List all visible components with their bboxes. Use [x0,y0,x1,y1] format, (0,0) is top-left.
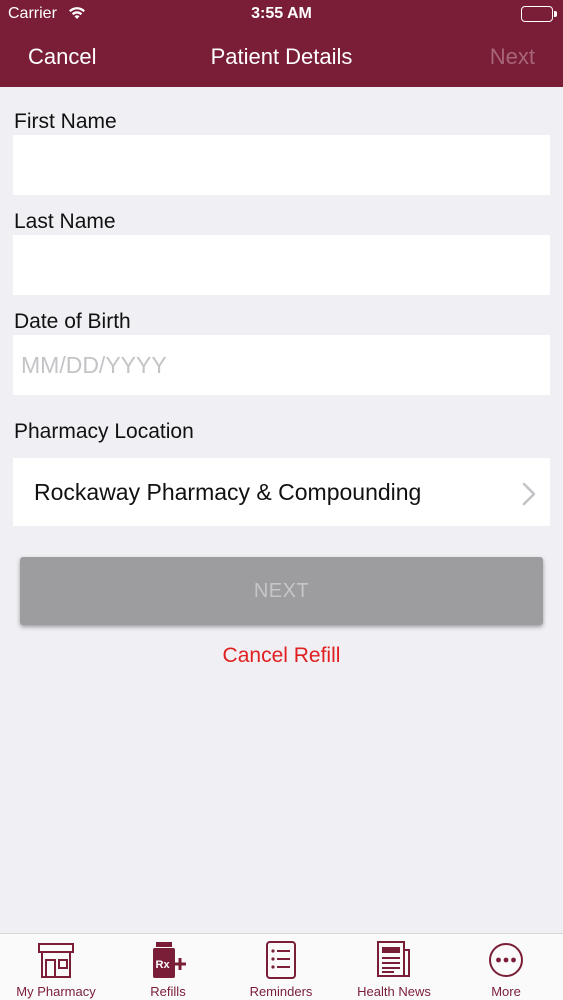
tab-label: Reminders [249,984,313,999]
next-nav-button[interactable]: Next [490,44,535,70]
status-bar: Carrier 3:55 AM [0,0,563,30]
rx-bottle-icon: Rx [112,940,224,980]
tab-my-pharmacy[interactable]: My Pharmacy [0,934,112,1000]
dob-input[interactable] [13,335,550,395]
pharmacy-location-value: Rockaway Pharmacy & Compounding [34,479,422,505]
tab-label: Health News [357,984,431,999]
dob-label: Date of Birth [14,310,131,333]
tab-more[interactable]: More [450,934,562,1000]
battery-icon [521,6,557,22]
tab-bar: My Pharmacy Rx Refills Reminders Health … [0,933,563,1000]
tab-refills[interactable]: Rx Refills [112,934,224,1000]
wifi-icon [67,5,87,26]
tab-label: Refills [150,984,186,999]
top-bar: Carrier 3:55 AM Cancel Patient Details N… [0,0,563,87]
tab-label: More [491,984,521,999]
newspaper-icon [338,940,450,980]
first-name-label: First Name [14,110,117,133]
tab-health-news[interactable]: Health News [338,934,450,1000]
cancel-refill-link[interactable]: Cancel Refill [0,644,563,668]
carrier-label: Carrier [8,5,57,22]
next-button[interactable]: NEXT [20,557,543,625]
more-icon [450,940,562,980]
last-name-label: Last Name [14,210,116,233]
pharmacy-location-label: Pharmacy Location [14,420,194,443]
navigation-bar: Cancel Patient Details Next [0,30,563,87]
chevron-right-icon [522,482,536,511]
tab-label: My Pharmacy [16,984,96,999]
cancel-button[interactable]: Cancel [28,44,96,70]
pharmacy-location-selector[interactable]: Rockaway Pharmacy & Compounding [13,458,550,526]
list-icon [225,940,337,980]
last-name-input[interactable] [13,235,550,295]
tab-reminders[interactable]: Reminders [225,934,337,1000]
store-icon [0,940,112,980]
first-name-input[interactable] [13,135,550,195]
svg-text:Rx: Rx [156,959,171,971]
